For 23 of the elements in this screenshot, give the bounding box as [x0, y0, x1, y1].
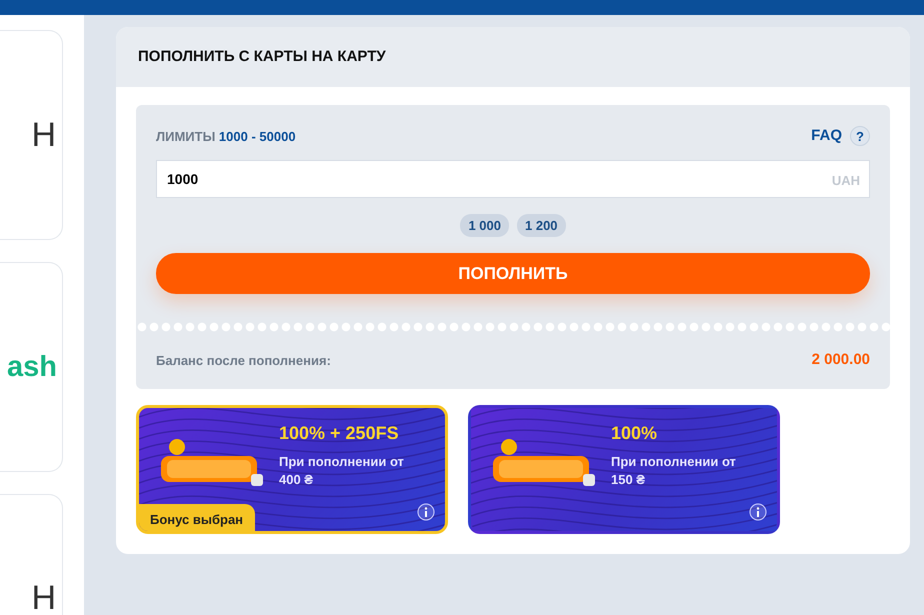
selected-badge: Бонус выбран	[139, 504, 256, 531]
panel-title: ПОПОЛНИТЬ С КАРТЫ НА КАРТУ	[116, 27, 910, 87]
quick-amount-chip[interactable]: 1 000	[460, 214, 509, 237]
help-button[interactable]: ?	[850, 126, 870, 146]
card-text: Н	[31, 581, 56, 615]
payment-card[interactable]: Н	[0, 30, 63, 240]
bonus-description: При пополнении от 150 ₴	[611, 453, 737, 488]
bonus-card[interactable]: 100% При пополнении от 150 ₴	[468, 405, 780, 534]
info-icon[interactable]	[749, 503, 767, 521]
currency-label: UAH	[832, 172, 860, 190]
brand-logo-text: ash	[7, 352, 57, 382]
payment-card[interactable]: Н	[0, 494, 63, 615]
bonus-title: 100% + 250FS	[279, 422, 400, 445]
info-icon[interactable]	[417, 503, 435, 521]
bonus-card[interactable]: 100% + 250FS При пополнении от 400 ₴ Бонус выбран	[136, 405, 448, 534]
faq-link[interactable]: FAQ	[811, 125, 842, 148]
bonus-title: 100%	[611, 422, 658, 445]
quick-amount-chip[interactable]: 1 200	[517, 214, 566, 237]
balance-label: Баланс после пополнения:	[156, 352, 331, 370]
bonus-description: При пополнении от 400 ₴	[279, 453, 405, 488]
card-text: Н	[31, 118, 56, 152]
balance-value: 2 000.00	[812, 350, 870, 370]
limits-text: ЛИМИТЫ 1000 - 50000	[156, 128, 296, 146]
